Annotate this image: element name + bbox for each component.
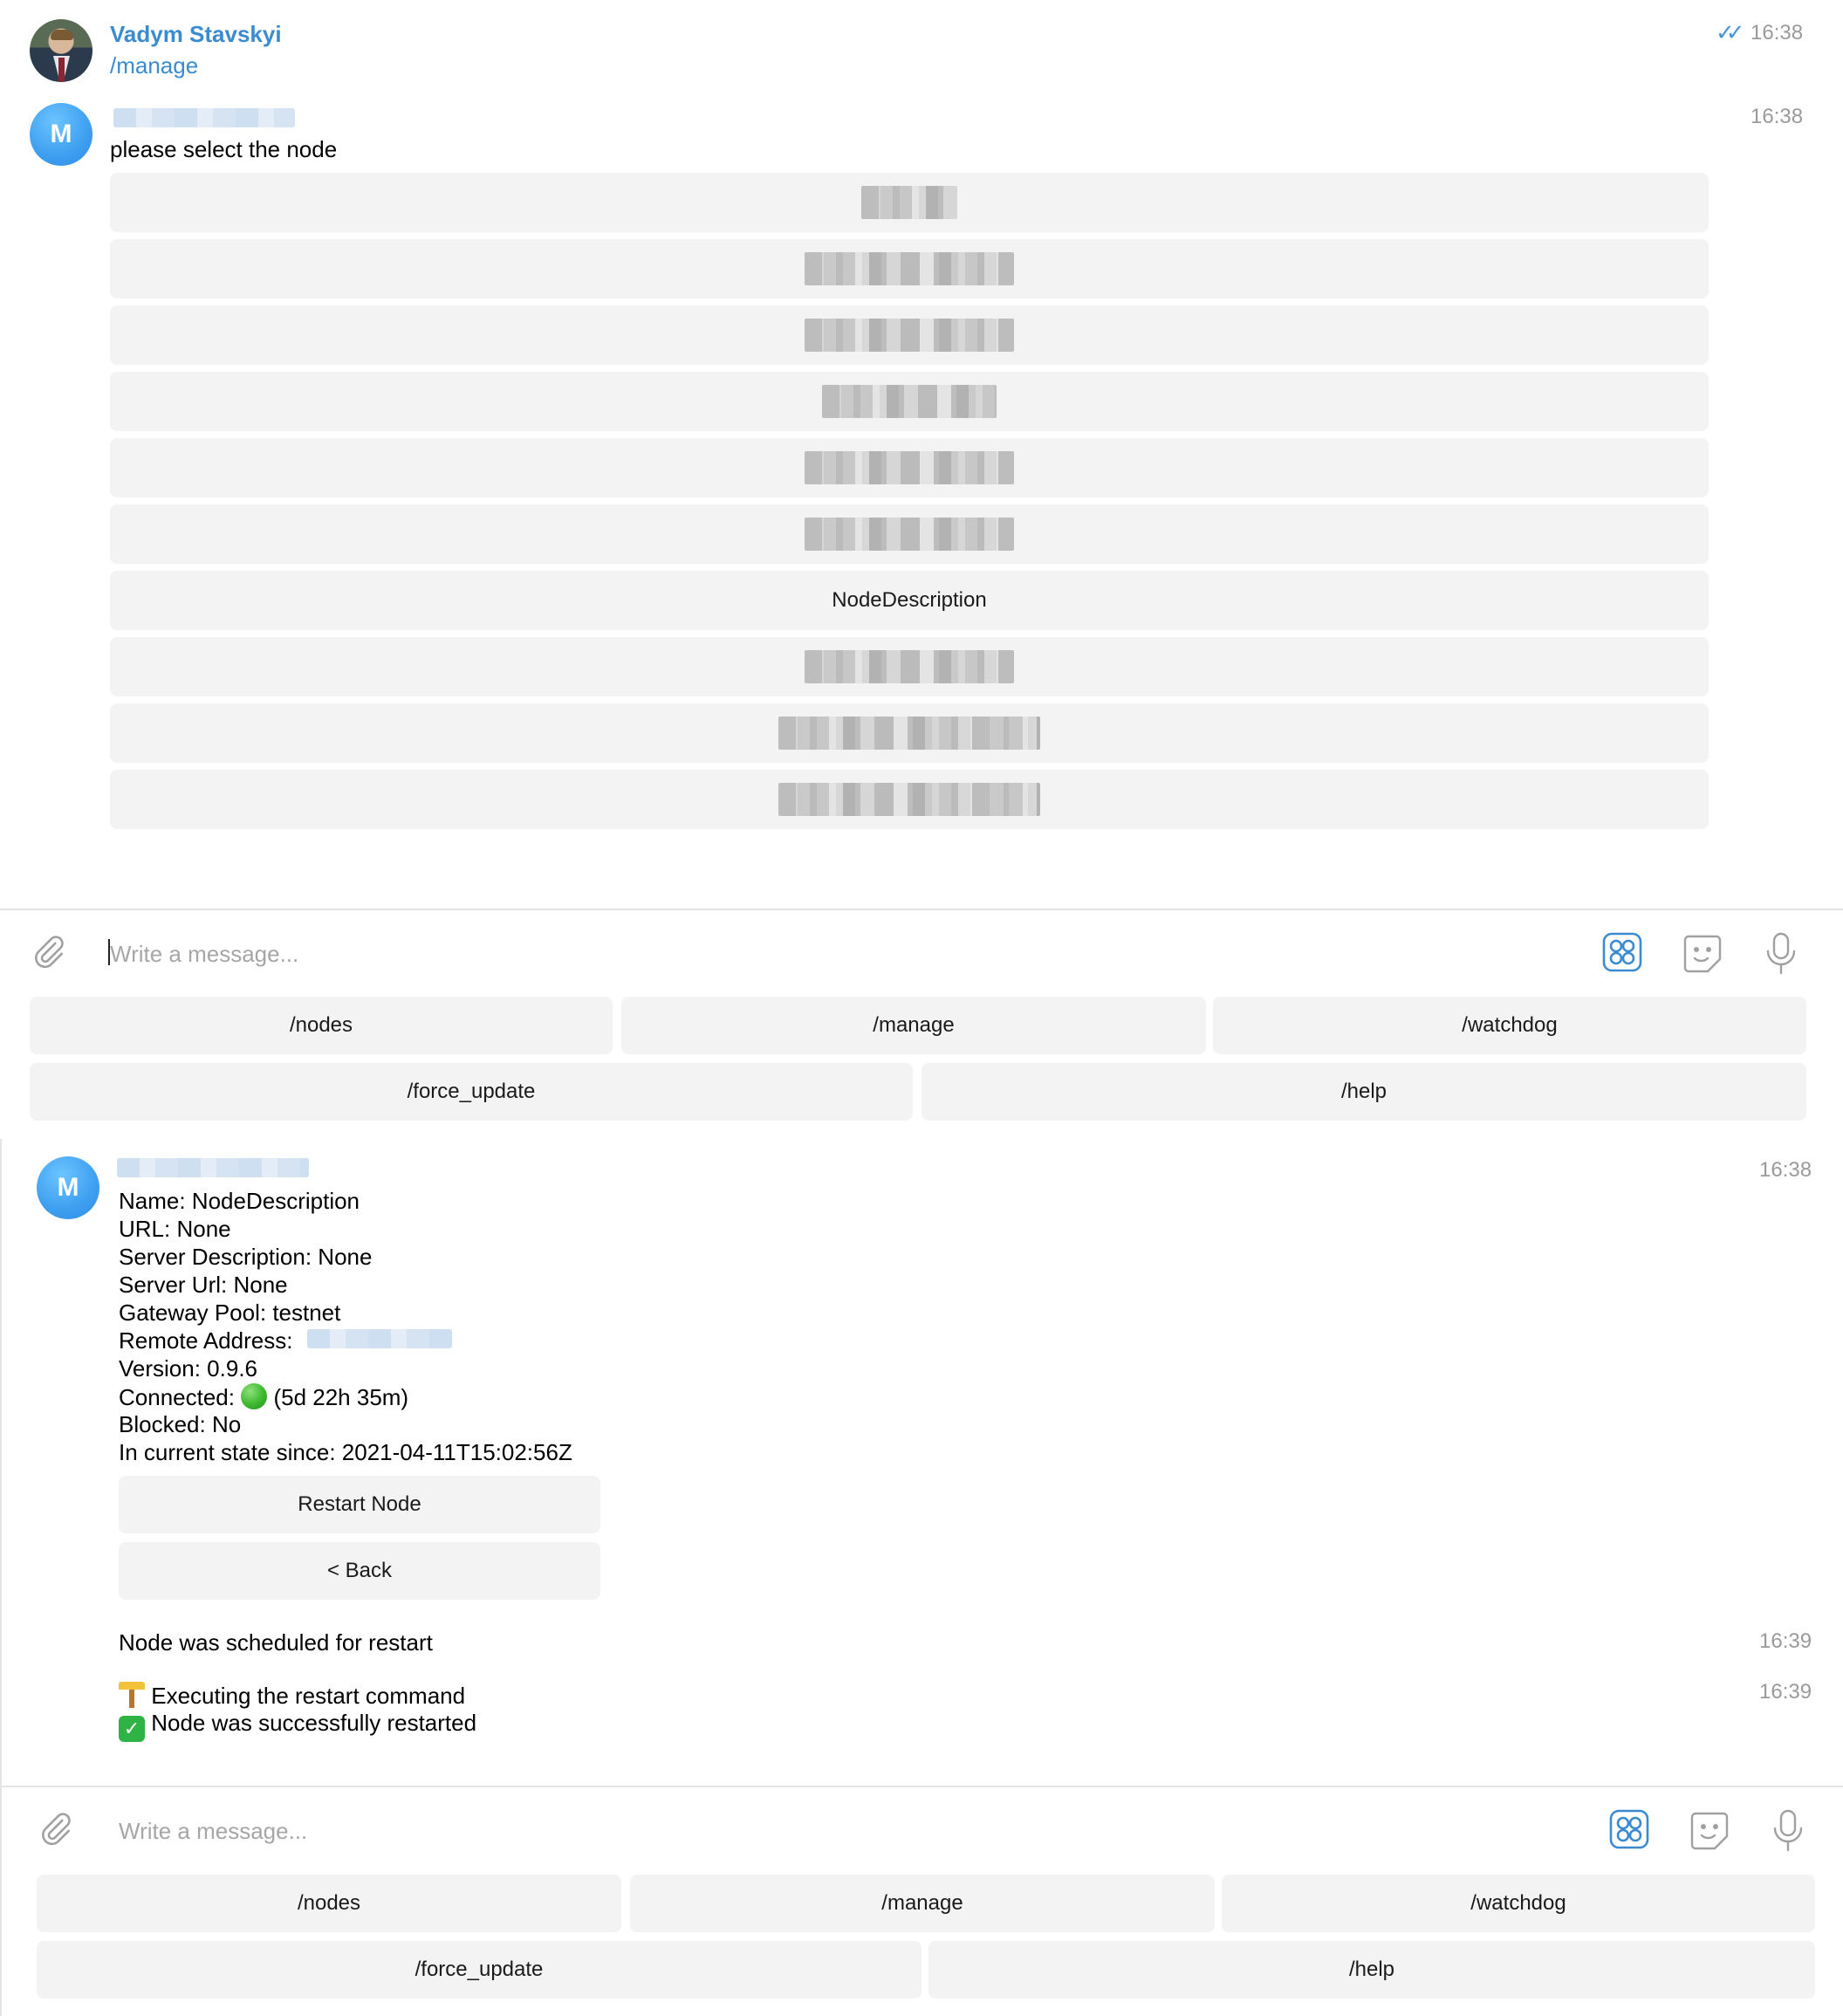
keyboard-button-watchdog[interactable]: /watchdog: [1222, 1875, 1815, 1932]
microphone-icon[interactable]: [1759, 930, 1803, 977]
node-button[interactable]: [110, 173, 1709, 232]
keyboard-button-nodes[interactable]: /nodes: [37, 1875, 621, 1932]
button-label: NodeDescription: [832, 588, 987, 612]
sticker-icon[interactable]: [1679, 930, 1726, 977]
command-link[interactable]: /manage: [110, 52, 198, 79]
composer-divider: [0, 909, 1843, 910]
redacted-node-name: [805, 650, 1014, 683]
construction-crane-icon: [119, 1682, 145, 1708]
check-mark-icon: ✓: [119, 1716, 145, 1742]
executing-line: Executing the restart command: [119, 1682, 465, 1710]
sticker-icon[interactable]: [1686, 1807, 1733, 1855]
bot-commands-icon[interactable]: [1607, 1807, 1651, 1851]
avatar-letter: M: [57, 1173, 79, 1202]
bot-avatar[interactable]: M: [37, 1156, 99, 1219]
microphone-icon[interactable]: [1766, 1807, 1810, 1855]
server-description-line: Server Description: None: [119, 1244, 373, 1270]
node-button[interactable]: [110, 637, 1709, 696]
executing-text: Executing the restart command: [151, 1683, 466, 1709]
read-check-icon: ✓✓: [1716, 19, 1744, 45]
bot-avatar[interactable]: M: [30, 103, 92, 166]
remote-address-label: Remote Address:: [119, 1327, 293, 1354]
node-url-line: URL: None: [119, 1216, 231, 1242]
redacted-node-name: [778, 717, 1040, 750]
message-time: 16:38: [1759, 1158, 1812, 1182]
message-input[interactable]: Write a message...: [110, 941, 298, 968]
green-circle-icon: [241, 1383, 268, 1409]
success-text: Node was successfully restarted: [151, 1710, 477, 1736]
keyboard-button-force-update[interactable]: /force_update: [30, 1063, 913, 1121]
redacted-sender-name: [117, 1158, 309, 1177]
scheduled-message-text: Node was scheduled for restart: [119, 1629, 433, 1656]
node-button[interactable]: [110, 239, 1709, 298]
redacted-node-name: [805, 319, 1014, 352]
chat-panel-bottom: M 16:38 Name: NodeDescription URL: None …: [0, 1139, 1843, 2016]
keyboard-button-nodes[interactable]: /nodes: [30, 997, 613, 1054]
bot-commands-icon[interactable]: [1600, 930, 1644, 974]
connected-label: Connected:: [119, 1384, 235, 1410]
message-input[interactable]: Write a message...: [119, 1818, 307, 1845]
server-url-line: Server Url: None: [119, 1272, 288, 1298]
version-line: Version: 0.9.6: [119, 1355, 257, 1382]
message-time: 16:38: [1751, 21, 1804, 45]
restart-node-button[interactable]: Restart Node: [119, 1476, 600, 1533]
success-line: ✓ Node was successfully restarted: [119, 1710, 476, 1742]
redacted-node-name: [778, 783, 1040, 816]
user-avatar[interactable]: [30, 19, 92, 82]
connected-duration: (5d 22h 35m): [273, 1384, 409, 1410]
state-since-line: In current state since: 2021-04-11T15:02…: [119, 1439, 572, 1465]
keyboard-button-manage[interactable]: /manage: [630, 1875, 1215, 1932]
node-button[interactable]: [110, 703, 1709, 763]
redacted-node-name: [805, 518, 1014, 551]
paperclip-icon[interactable]: [33, 1807, 77, 1851]
message-time: 16:39: [1759, 1680, 1812, 1704]
back-button[interactable]: < Back: [119, 1542, 600, 1600]
node-button[interactable]: [110, 372, 1709, 431]
node-button[interactable]: [110, 770, 1709, 829]
avatar-letter: M: [50, 120, 72, 148]
chat-panel-top: Vadym Stavskyi /manage ✓✓ 16:38 M 16:38 …: [0, 0, 1843, 1139]
redacted-sender-name: [113, 108, 295, 127]
redacted-node-name: [805, 252, 1014, 285]
redacted-node-name: [861, 186, 957, 219]
blocked-line: Blocked: No: [119, 1411, 242, 1437]
node-button[interactable]: [110, 305, 1709, 365]
keyboard-button-help[interactable]: /help: [922, 1063, 1806, 1121]
message-time: 16:39: [1759, 1629, 1812, 1653]
redacted-node-name: [805, 451, 1014, 484]
redacted-remote-address: [307, 1329, 452, 1348]
paperclip-icon[interactable]: [26, 930, 70, 974]
message-text: please select the node: [110, 136, 338, 162]
keyboard-button-help[interactable]: /help: [928, 1941, 1815, 1999]
sender-name[interactable]: Vadym Stavskyi: [110, 21, 282, 48]
keyboard-button-force-update[interactable]: /force_update: [37, 1941, 922, 1999]
message-time: 16:38: [1751, 105, 1804, 128]
gateway-pool-line: Gateway Pool: testnet: [119, 1299, 341, 1326]
keyboard-button-manage[interactable]: /manage: [621, 997, 1206, 1054]
node-name-line: Name: NodeDescription: [119, 1188, 360, 1214]
node-button[interactable]: [110, 438, 1709, 497]
keyboard-button-watchdog[interactable]: /watchdog: [1213, 997, 1806, 1054]
node-button[interactable]: [110, 504, 1709, 564]
node-button-nodedescription[interactable]: NodeDescription: [110, 571, 1709, 630]
redacted-node-name: [822, 385, 997, 418]
connected-line: Connected: (5d 22h 35m): [119, 1383, 408, 1411]
composer-divider: [2, 1786, 1843, 1787]
